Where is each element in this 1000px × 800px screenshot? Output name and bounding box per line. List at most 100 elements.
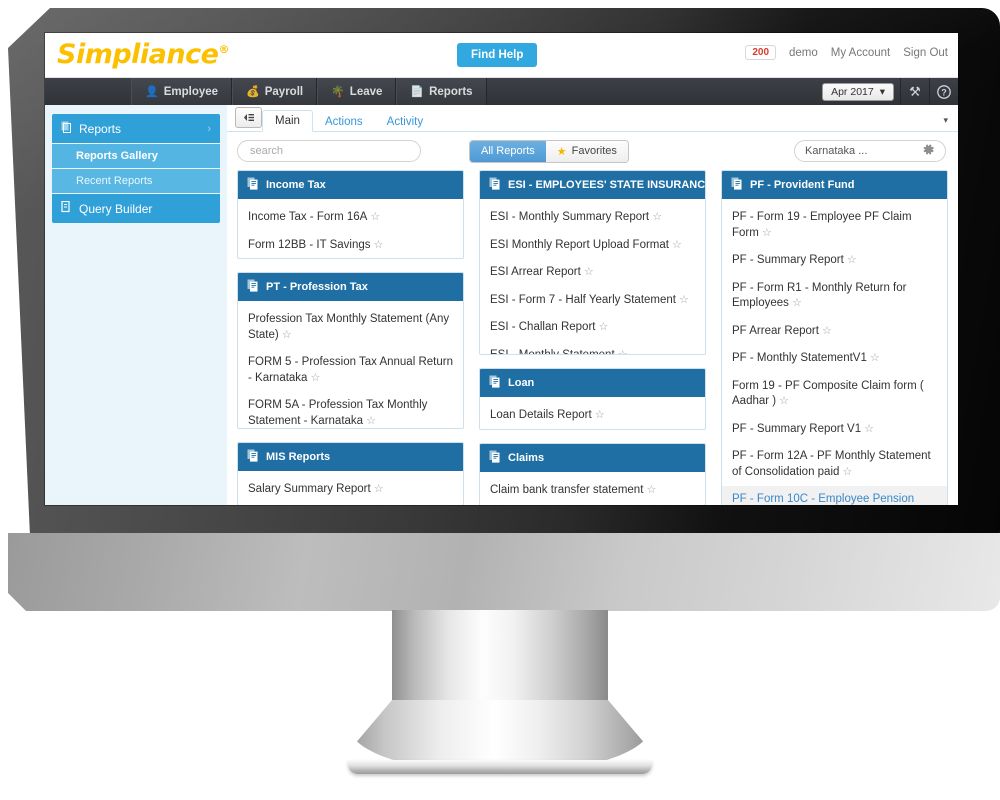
report-link-label: Form 19 - PF Composite Claim form ( Aadh…	[732, 379, 924, 408]
report-link[interactable]: PF - Form 12A - PF Monthly Statement of …	[722, 443, 947, 486]
favorite-star-icon[interactable]: ☆	[789, 297, 802, 309]
notification-badge[interactable]: 200	[745, 45, 777, 60]
tab-actions[interactable]: Actions	[313, 112, 375, 132]
report-category-header: Loan	[480, 368, 705, 397]
report-link[interactable]: PF - Form 10C - Employee Pension Scheme …	[722, 486, 947, 505]
favorite-star-icon[interactable]: ☆	[861, 423, 874, 435]
report-filter-toggle: All Reports ★ Favorites	[470, 140, 628, 162]
nav-item-leave[interactable]: 🌴 Leave	[317, 78, 397, 105]
report-link[interactable]: FORM 5 - Profession Tax Annual Return - …	[238, 349, 463, 392]
filter-favorites-button[interactable]: ★ Favorites	[545, 140, 628, 162]
app-header: Simpliance® Find Help 200 demo My Accoun…	[45, 33, 958, 78]
leave-icon: 🌴	[331, 86, 345, 98]
documents-icon	[247, 279, 259, 295]
money-icon: 💰	[246, 86, 260, 98]
period-selector[interactable]: Apr 2017 ▾	[822, 82, 894, 101]
find-help-button[interactable]: Find Help	[457, 43, 538, 67]
report-list: Loan Details Report ☆	[480, 397, 705, 430]
favorite-star-icon[interactable]: ☆	[839, 466, 852, 478]
report-link[interactable]: Salary Summary Report ☆	[238, 476, 463, 504]
favorite-star-icon[interactable]: ☆	[819, 325, 832, 337]
report-category-card: PF - Provident Fund PF - Form 19 - Employ…	[721, 170, 948, 505]
report-link[interactable]: ESI - Monthly Summary Report ☆	[480, 204, 705, 232]
tab-main[interactable]: Main	[262, 110, 313, 132]
report-link-label: PF - Form 12A - PF Monthly Statement of …	[732, 450, 931, 478]
favorite-star-icon[interactable]: ☆	[279, 329, 292, 341]
gallery-column: PF - Provident Fund PF - Form 19 - Employ…	[721, 170, 948, 505]
favorite-star-icon[interactable]: ☆	[643, 484, 656, 496]
favorite-star-icon[interactable]: ☆	[669, 239, 682, 251]
favorite-star-icon[interactable]: ☆	[581, 266, 594, 278]
search-input[interactable]	[237, 140, 421, 162]
sidebar-item-query-builder[interactable]: Query Builder	[52, 193, 220, 223]
report-link[interactable]: PF Arrear Report ☆	[722, 318, 947, 346]
favorite-star-icon[interactable]: ☆	[367, 211, 380, 223]
report-link[interactable]: PF - Summary Report ☆	[722, 247, 947, 275]
favorite-star-icon[interactable]: ☆	[844, 254, 857, 266]
filter-all-reports-label: All Reports	[481, 145, 535, 157]
state-selector[interactable]: Karnataka ...	[794, 140, 946, 162]
nav-item-employee[interactable]: 👤 Employee	[131, 78, 233, 105]
favorite-star-icon[interactable]: ☆	[595, 321, 609, 333]
my-account-link[interactable]: My Account	[831, 47, 890, 59]
documents-icon	[489, 450, 501, 466]
gear-icon[interactable]	[922, 143, 935, 159]
nav-item-reports[interactable]: 📄 Reports	[396, 78, 487, 105]
report-category-card: Claims Claim bank transfer statement ☆	[479, 443, 706, 505]
report-link[interactable]: Profession Tax Monthly Statement (Any St…	[238, 306, 463, 349]
sidebar-item-recent-reports[interactable]: Recent Reports	[52, 168, 220, 193]
collapse-panel-icon[interactable]	[235, 107, 262, 128]
report-link-label: PF - Summary Report	[732, 254, 844, 267]
report-category-header: MIS Reports	[238, 442, 463, 471]
report-link[interactable]: ESI - Monthly Statement ☆	[480, 342, 705, 355]
monitor-chin	[8, 533, 1000, 611]
favorite-star-icon[interactable]: ☆	[759, 227, 772, 239]
report-category-title: PT - Profession Tax	[266, 281, 368, 294]
favorite-star-icon[interactable]: ☆	[307, 372, 321, 384]
wrench-icon[interactable]: ⚒	[900, 78, 929, 105]
favorite-star-icon[interactable]: ☆	[867, 352, 880, 364]
favorite-star-icon[interactable]: ☆	[371, 239, 384, 251]
favorite-star-icon[interactable]: ☆	[371, 483, 384, 495]
user-name-link[interactable]: demo	[789, 47, 818, 59]
report-link[interactable]: PF - Form 19 - Employee PF Claim Form ☆	[722, 204, 947, 247]
tab-activity[interactable]: Activity	[375, 112, 435, 132]
favorite-star-icon[interactable]: ☆	[776, 395, 789, 407]
sidebar-item-reports-gallery[interactable]: Reports Gallery	[52, 143, 220, 168]
favorite-star-icon[interactable]: ☆	[615, 349, 628, 354]
report-link-label: Income Tax - Form 16A	[248, 211, 368, 223]
report-link[interactable]: ESI Monthly Report Upload Format ☆	[480, 232, 705, 260]
favorite-star-icon[interactable]: ☆	[363, 415, 376, 427]
sign-out-link[interactable]: Sign Out	[903, 47, 948, 59]
report-category-header: Income Tax	[238, 171, 463, 199]
report-link[interactable]: Loan Details Report ☆	[480, 402, 705, 430]
report-link[interactable]: PF - Monthly StatementV1 ☆	[722, 345, 947, 373]
report-link[interactable]: ESI - Challan Report ☆	[480, 314, 705, 342]
favorite-star-icon[interactable]: ☆	[649, 211, 662, 223]
sidebar-item-reports[interactable]: Reports ›	[52, 114, 220, 143]
monitor-stand-base	[348, 760, 652, 774]
report-link[interactable]: ESI - Form 7 - Half Yearly Statement ☆	[480, 287, 705, 315]
report-link[interactable]: ESI Arrear Report ☆	[480, 259, 705, 287]
favorite-star-icon[interactable]: ☆	[592, 409, 605, 421]
tab-overflow-caret-icon[interactable]: ▾	[943, 115, 948, 126]
report-link[interactable]: Form 19 - PF Composite Claim form ( Aadh…	[722, 373, 947, 416]
query-icon	[61, 200, 72, 216]
report-link[interactable]: PF - Summary Report V1 ☆	[722, 416, 947, 444]
report-link[interactable]: Income Tax - Form 16A ☆	[238, 204, 463, 232]
help-icon[interactable]: ?	[929, 78, 958, 105]
nav-item-employee-label: Employee	[163, 85, 219, 98]
gallery-column: ESI - EMPLOYEES' STATE INSURANCE F ESI - …	[479, 170, 706, 505]
favorite-star-icon[interactable]: ☆	[676, 294, 689, 306]
filter-all-reports-button[interactable]: All Reports	[470, 140, 546, 162]
report-category-card: Loan Loan Details Report ☆	[479, 367, 706, 431]
report-link[interactable]: FORM 5A - Profession Tax Monthly Stateme…	[238, 392, 463, 427]
documents-icon	[731, 177, 743, 193]
report-link[interactable]: Claim bank transfer statement ☆	[480, 477, 705, 505]
report-link-label: ESI - Monthly Statement	[490, 348, 615, 355]
nav-item-reports-label: Reports	[429, 85, 473, 98]
report-link[interactable]: Form 12BB - IT Savings ☆	[238, 232, 463, 259]
report-link[interactable]: PF - Form R1 - Monthly Return for Employ…	[722, 275, 947, 318]
nav-item-payroll[interactable]: 💰 Payroll	[232, 78, 318, 105]
svg-text:?: ?	[941, 87, 947, 97]
